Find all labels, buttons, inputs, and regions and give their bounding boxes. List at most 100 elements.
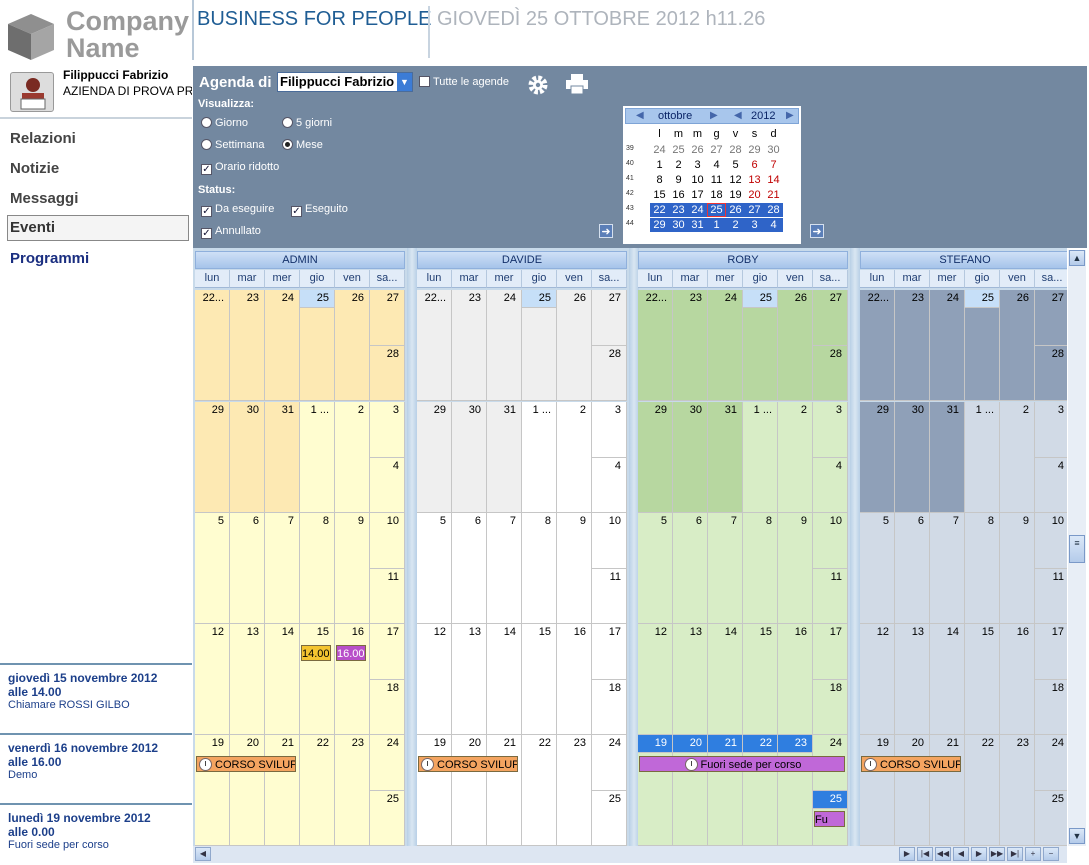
calendar-day-cell[interactable]: 13 xyxy=(230,624,265,735)
calendar-day-cell[interactable]: 2 xyxy=(335,402,370,513)
mini-calendar-day[interactable]: 30 xyxy=(669,218,688,232)
calendar-day-cell[interactable]: 26 xyxy=(335,290,370,401)
calendar-day-cell[interactable]: 6 xyxy=(673,513,708,624)
calendar-day-cell[interactable]: 29 xyxy=(860,402,895,513)
calendar-day-cell[interactable]: 4 xyxy=(592,458,627,513)
mini-calendar-day[interactable]: 3 xyxy=(688,158,707,172)
calendar-day-cell[interactable]: 29 xyxy=(417,402,452,513)
calendar-day-cell[interactable]: 12 xyxy=(195,624,230,735)
mini-calendar-day[interactable]: 14 xyxy=(764,173,783,187)
calendar-day-cell[interactable]: 28 xyxy=(1035,346,1067,401)
calendar-day-cell[interactable]: 14 xyxy=(708,624,743,735)
mini-calendar-day[interactable]: 1 xyxy=(650,158,669,172)
calendar-day-cell[interactable]: 14 xyxy=(265,624,300,735)
calendar-day-cell[interactable]: 12 xyxy=(860,624,895,735)
calendar-day-cell[interactable]: 5 xyxy=(638,513,673,624)
calendar-day-cell[interactable]: 21 xyxy=(265,735,300,846)
calendar-day-cell[interactable]: 19 xyxy=(417,735,452,846)
first-page-icon[interactable]: |◀ xyxy=(917,847,933,861)
mini-calendar-day[interactable]: 17 xyxy=(688,188,707,202)
calendar-day-cell[interactable]: 30 xyxy=(452,402,487,513)
calendar-day-cell[interactable]: 4 xyxy=(1035,458,1067,513)
calendar-day-cell[interactable]: 27 xyxy=(813,290,848,346)
calendar-day-cell[interactable]: 2 xyxy=(778,402,813,513)
calendar-day-cell[interactable]: 1 ... xyxy=(300,402,335,513)
calendar-day-cell[interactable]: 24 xyxy=(370,735,405,791)
horizontal-scrollbar[interactable]: ◀ ▶ |◀ ◀◀ ◀ ▶ ▶▶ ▶| + − xyxy=(193,846,1067,863)
calendar-day-cell[interactable]: 26 xyxy=(778,290,813,401)
appointment[interactable]: Fuori sede per corso xyxy=(639,756,845,772)
mini-calendar-day[interactable]: 11 xyxy=(707,173,726,187)
calendar-day-cell[interactable]: 17 xyxy=(813,624,848,680)
arrow-left-icon[interactable]: ➜ xyxy=(599,224,613,238)
calendar-day-cell[interactable]: 19 xyxy=(195,735,230,846)
calendar-day-cell[interactable]: 26 xyxy=(1000,290,1035,401)
calendar-day-cell[interactable]: 15 xyxy=(965,624,1000,735)
calendar-day-cell[interactable]: 22 xyxy=(300,735,335,846)
calendar-day-cell[interactable]: 23 xyxy=(335,735,370,846)
printer-icon[interactable] xyxy=(565,73,589,95)
calendar-day-cell[interactable]: 16 xyxy=(335,624,370,735)
calendar-day-cell[interactable]: 16 xyxy=(1000,624,1035,735)
calendar-day-cell[interactable]: 22... xyxy=(860,290,895,401)
calendar-day-cell[interactable]: 26 xyxy=(557,290,592,401)
calendar-day-cell[interactable]: 14 xyxy=(930,624,965,735)
calendar-day-cell[interactable]: 17 xyxy=(1035,624,1067,680)
calendar-day-cell[interactable]: 30 xyxy=(230,402,265,513)
calendar-day-cell[interactable]: 19 xyxy=(860,735,895,846)
next-year-icon[interactable]: ▶ xyxy=(786,110,794,121)
scroll-up-icon[interactable]: ▲ xyxy=(1069,250,1085,266)
calendar-day-cell[interactable]: 21 xyxy=(487,735,522,846)
calendar-day-cell[interactable]: 22 xyxy=(965,735,1000,846)
gear-icon[interactable] xyxy=(526,73,550,97)
scroll-right-icon[interactable]: ▶ xyxy=(899,847,915,861)
calendar-day-cell[interactable]: 22 xyxy=(522,735,557,846)
mini-calendar-day[interactable]: 31 xyxy=(688,218,707,232)
mini-calendar-day[interactable]: 30 xyxy=(764,143,783,157)
mini-calendar-day[interactable]: 25 xyxy=(707,203,726,217)
calendar-day-cell[interactable]: 23 xyxy=(1000,735,1035,846)
upcoming-event[interactable]: giovedì 15 novembre 2012 alle 14.00 Chia… xyxy=(0,663,192,717)
calendar-day-cell[interactable]: 20 xyxy=(230,735,265,846)
calendar-day-cell[interactable]: 22... xyxy=(638,290,673,401)
calendar-day-cell[interactable]: 12 xyxy=(417,624,452,735)
calendar-day-cell[interactable]: 25 xyxy=(1035,791,1067,846)
last-page-icon[interactable]: ▶| xyxy=(1007,847,1023,861)
zoom-out-icon[interactable]: − xyxy=(1043,847,1059,861)
mini-calendar-day[interactable]: 4 xyxy=(707,158,726,172)
calendar-day-cell[interactable]: 6 xyxy=(230,513,265,624)
mini-calendar-day[interactable]: 20 xyxy=(745,188,764,202)
calendar-day-cell[interactable]: 15 xyxy=(743,624,778,735)
calendar-day-cell[interactable]: 10 xyxy=(370,513,405,569)
all-agendas-checkbox[interactable]: Tutte le agende xyxy=(419,76,509,88)
zoom-in-icon[interactable]: + xyxy=(1025,847,1041,861)
next-page-icon[interactable]: ▶▶ xyxy=(989,847,1005,861)
calendar-day-cell[interactable]: 23 xyxy=(778,735,813,753)
vertical-scrollbar[interactable]: ▲ ≡ ▼ xyxy=(1068,250,1086,846)
calendar-day-cell[interactable]: 18 xyxy=(370,680,405,735)
calendar-day-cell[interactable]: 3 xyxy=(592,402,627,458)
calendar-day-cell[interactable]: 25 xyxy=(522,290,557,308)
appointment[interactable]: CORSO SVILUPPO xyxy=(861,756,961,772)
prev-month-icon[interactable]: ◀ xyxy=(636,110,644,121)
scroll-down-icon[interactable]: ▼ xyxy=(1069,828,1085,844)
calendar-day-cell[interactable]: 25 xyxy=(965,290,1000,308)
mini-calendar-day[interactable]: 29 xyxy=(650,218,669,232)
next-icon[interactable]: ▶ xyxy=(971,847,987,861)
view-radio-5giorni[interactable]: 5 giorni xyxy=(282,117,332,129)
calendar-day-cell[interactable]: 8 xyxy=(522,513,557,624)
reduced-hours-checkbox[interactable]: ✓ Orario ridotto xyxy=(201,161,279,175)
appointment[interactable]: 14.00 xyxy=(301,645,331,661)
calendar-day-cell[interactable]: 9 xyxy=(335,513,370,624)
calendar-day-cell[interactable]: 23 xyxy=(673,290,708,401)
calendar-day-cell[interactable]: 28 xyxy=(370,346,405,401)
sidebar-item-messaggi[interactable]: Messaggi xyxy=(10,190,78,207)
status-checkbox-eseguito[interactable]: ✓ Eseguito xyxy=(291,203,348,217)
calendar-day-cell[interactable]: 25 xyxy=(813,791,848,809)
calendar-day-cell[interactable]: 5 xyxy=(417,513,452,624)
calendar-day-cell[interactable]: 10 xyxy=(813,513,848,569)
mini-calendar-day[interactable]: 2 xyxy=(726,218,745,232)
mini-calendar-day[interactable]: 27 xyxy=(745,203,764,217)
calendar-day-cell[interactable]: 3 xyxy=(813,402,848,458)
mini-calendar-day[interactable]: 27 xyxy=(707,143,726,157)
